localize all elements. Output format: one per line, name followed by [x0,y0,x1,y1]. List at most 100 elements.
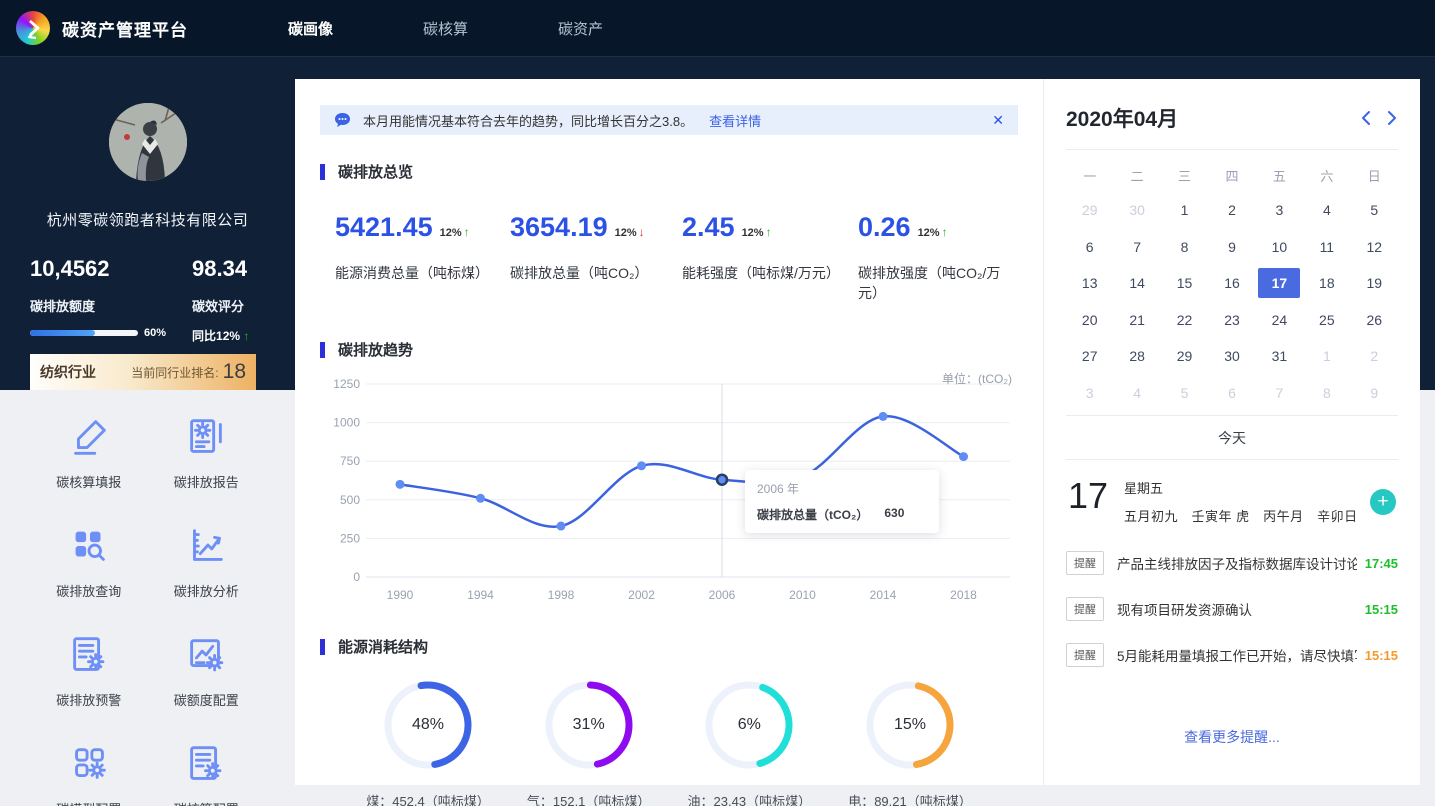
calendar-day[interactable]: 8 [1161,229,1208,266]
calendar-day[interactable]: 15 [1161,265,1208,302]
down-arrow-icon: ↓ [639,225,645,239]
calendar-day[interactable]: 7 [1113,229,1160,266]
menu-item-model-config[interactable]: 碳模型配置 [30,741,148,806]
svg-text:2014: 2014 [870,588,897,602]
main-panel: 本月用能情况基本符合去年的趋势，同比增长百分之3.8。 查看详情 ✕ 碳排放总览… [295,79,1043,785]
notice-banner: 本月用能情况基本符合去年的趋势，同比增长百分之3.8。 查看详情 ✕ [320,105,1018,135]
prev-month-icon[interactable] [1360,110,1371,126]
calendar-day[interactable]: 20 [1066,302,1113,339]
calendar-day[interactable]: 24 [1256,302,1303,339]
quota-label: 碳排放额度 [30,296,166,315]
calendar-day-selected[interactable]: 17 [1256,265,1303,302]
overview-section-title: 碳排放总览 [320,161,1018,182]
calendar-day[interactable]: 3 [1256,192,1303,229]
nav-tabs: 碳画像 碳核算 碳资产 [288,18,603,39]
score-label: 碳效评分 [192,296,265,315]
menu-item-emission-report[interactable]: 碳排放报告 [148,414,266,491]
overview-stats: 5421.4512%↑ 能源消费总量（吨标煤） 3654.1912%↓ 碳排放总… [320,212,1018,303]
carbon-score-stat: 98.34 碳效评分 同比12% ↑ [166,256,265,344]
menu-item-carbon-accounting-filling[interactable]: 碳核算填报 [30,414,148,491]
notice-detail-link[interactable]: 查看详情 [709,111,761,130]
calendar-day[interactable]: 2 [1208,192,1255,229]
calendar-day[interactable]: 18 [1303,265,1350,302]
calendar-day[interactable]: 4 [1113,375,1160,412]
calendar-day[interactable]: 28 [1113,338,1160,375]
tab-carbon-accounting[interactable]: 碳核算 [423,18,468,39]
calendar-day[interactable]: 4 [1303,192,1350,229]
calendar-day[interactable]: 1 [1303,338,1350,375]
tab-carbon-portrait[interactable]: 碳画像 [288,18,333,39]
industry-name: 纺织行业 [40,362,96,382]
top-navbar: 碳资产管理平台 碳画像 碳核算 碳资产 [0,0,1435,57]
reminder-item[interactable]: 提醒 现有项目研发资源确认 15:15 [1066,597,1398,621]
next-month-icon[interactable] [1387,110,1398,126]
chart-unit-label: 单位：(tCO₂) [942,370,1012,387]
reminder-item[interactable]: 提醒 5月能耗用量填报工作已开始，请尽快填写 15:15 [1066,643,1398,667]
calendar-day[interactable]: 14 [1113,265,1160,302]
calendar-day[interactable]: 31 [1256,338,1303,375]
menu-item-accounting-config[interactable]: 碳核算配置 [148,741,266,806]
menu-item-emission-analysis[interactable]: 碳排放分析 [148,523,266,600]
score-yoy: 同比12% ↑ [192,327,265,344]
calendar-day[interactable]: 9 [1208,229,1255,266]
calendar-grid: 2930123456789101112131415161718192021222… [1066,192,1398,411]
avatar[interactable] [109,103,187,181]
calendar-day[interactable]: 21 [1113,302,1160,339]
calendar-day[interactable]: 6 [1066,229,1113,266]
calendar-day[interactable]: 2 [1351,338,1398,375]
more-reminders-link[interactable]: 查看更多提醒... [1044,727,1420,747]
sidebar-profile: 杭州零碳领跑者科技有限公司 10,4562 碳排放额度 60% 98.34 碳效… [0,57,295,390]
menu-item-emission-query[interactable]: 碳排放查询 [30,523,148,600]
stat-energy-intensity: 2.4512%↑ 能耗强度（吨标煤/万元） [682,212,858,303]
calendar-day[interactable]: 13 [1066,265,1113,302]
progress-track [30,330,138,336]
calendar-day[interactable]: 19 [1351,265,1398,302]
calendar-day[interactable]: 5 [1351,192,1398,229]
report-gear-icon [183,414,229,460]
calendar-day[interactable]: 16 [1208,265,1255,302]
calendar-day[interactable]: 1 [1161,192,1208,229]
calendar-day[interactable]: 22 [1161,302,1208,339]
calendar-day[interactable]: 25 [1303,302,1350,339]
reminder-tag: 提醒 [1066,597,1104,621]
calendar-day[interactable]: 30 [1113,192,1160,229]
menu-item-quota-config[interactable]: 碳额度配置 [148,632,266,709]
industry-rank-label: 当前同行业排名: [131,364,218,381]
calendar-day[interactable]: 30 [1208,338,1255,375]
calendar-day[interactable]: 10 [1256,229,1303,266]
selected-day-lunar: 五月初九 壬寅年 虎 丙午月 辛卯日 [1124,506,1358,525]
reminder-item[interactable]: 提醒 产品主线排放因子及指标数据库设计讨论 17:45 [1066,551,1398,575]
carbon-quota-stat: 10,4562 碳排放额度 60% [30,256,166,344]
carbon-asset-platform: 碳资产管理平台 碳画像 碳核算 碳资产 杭州零碳领跑者科技有限公司 1 [0,0,1435,806]
calendar-day[interactable]: 9 [1351,375,1398,412]
calendar-day[interactable]: 29 [1066,192,1113,229]
emission-trend-chart[interactable]: 单位：(tCO₂) 025050075010001250199019941998… [320,374,1018,626]
weekday-label: 二 [1113,164,1160,190]
edit-icon [66,414,112,460]
calendar-day[interactable]: 5 [1161,375,1208,412]
stat-energy-total: 5421.4512%↑ 能源消费总量（吨标煤） [335,212,510,303]
score-value: 98.34 [192,256,265,282]
calendar-day[interactable]: 12 [1351,229,1398,266]
calendar-day[interactable]: 3 [1066,375,1113,412]
trend-section-title: 碳排放趋势 [320,339,1018,360]
add-reminder-button[interactable]: + [1370,489,1396,515]
calendar-day[interactable]: 11 [1303,229,1350,266]
app-title: 碳资产管理平台 [62,16,188,41]
calendar-day[interactable]: 26 [1351,302,1398,339]
calendar-day[interactable]: 8 [1303,375,1350,412]
today-button[interactable]: 今天 [1066,415,1398,460]
calendar-day[interactable]: 27 [1066,338,1113,375]
svg-text:1998: 1998 [548,588,575,602]
svg-text:2002: 2002 [628,588,655,602]
menu-item-emission-alert[interactable]: 碳排放预警 [30,632,148,709]
calendar-panel: 2020年04月 一二三四五六日 29301234567891011121314… [1043,79,1420,785]
close-icon[interactable]: ✕ [992,112,1004,129]
up-arrow-icon: ↑ [464,225,470,239]
calendar-day[interactable]: 29 [1161,338,1208,375]
calendar-day[interactable]: 6 [1208,375,1255,412]
stat-emission-total: 3654.1912%↓ 碳排放总量（吨CO₂） [510,212,682,303]
calendar-day[interactable]: 23 [1208,302,1255,339]
tab-carbon-asset[interactable]: 碳资产 [558,18,603,39]
calendar-day[interactable]: 7 [1256,375,1303,412]
